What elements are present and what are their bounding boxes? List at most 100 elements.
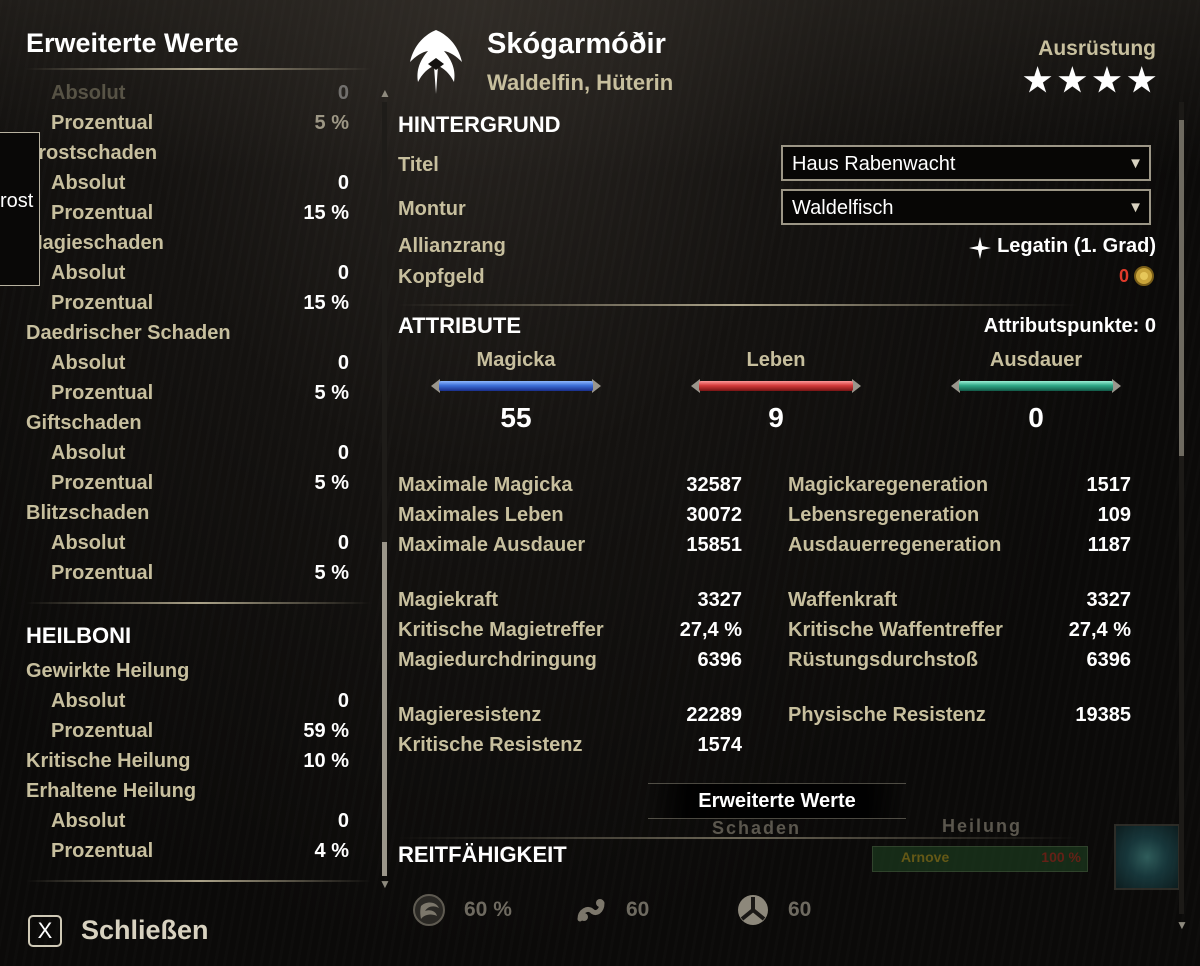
- stat-label: Waffenkraft: [788, 589, 898, 611]
- stat-value: 1517: [1086, 474, 1132, 496]
- riding-capacity: 60: [574, 893, 649, 927]
- stat-label: Physische Resistenz: [788, 704, 986, 726]
- stat-value: 15 %: [303, 202, 349, 224]
- gold-coin-icon: [1134, 266, 1154, 286]
- left-scrollbar-thumb[interactable]: [382, 542, 387, 876]
- riding-section-title: REITFÄHIGKEIT: [398, 842, 567, 867]
- star-icon: ★: [1057, 62, 1087, 98]
- tooltip-text: rost: [0, 190, 34, 212]
- stat-label: Magieresistenz: [398, 704, 542, 726]
- leben-bar: [691, 379, 861, 393]
- stat-label: Prozentual: [51, 720, 154, 742]
- stat-label: Maximale Ausdauer: [398, 534, 586, 556]
- stat-label: Absolut: [51, 690, 126, 712]
- background-divider: [398, 304, 1078, 306]
- stat-value: 109: [1097, 504, 1131, 526]
- stat-label: Kritische Magietreffer: [398, 619, 604, 641]
- stat-label: Ausdauerregeneration: [788, 534, 1002, 556]
- allianzrang-value: Legatin (1. Grad): [997, 235, 1156, 257]
- riding-divider: [398, 837, 1078, 839]
- stat-label: Absolut: [51, 352, 126, 374]
- stat-value: 27,4 %: [679, 619, 742, 641]
- stat-label: Prozentual: [51, 112, 154, 134]
- category-kritische-heilung: Kritische Heilung: [26, 750, 191, 772]
- advanced-stats-button[interactable]: Erweiterte Werte: [648, 783, 906, 819]
- montur-label: Montur: [398, 198, 466, 220]
- stat-value: 0: [337, 172, 349, 194]
- stat-value: 22289: [686, 704, 742, 726]
- stat-value: 6396: [697, 649, 743, 671]
- ghost-bar-value: 100 %: [1041, 849, 1081, 865]
- category-erhaltene-heilung: Erhaltene Heilung: [26, 780, 197, 802]
- close-button-label[interactable]: Schließen: [81, 915, 209, 946]
- stat-label: Lebensregeneration: [788, 504, 980, 526]
- stat-label: Absolut: [51, 810, 126, 832]
- titel-label: Titel: [398, 154, 439, 176]
- stat-label: Magiekraft: [398, 589, 499, 611]
- stat-value: 0: [337, 262, 349, 284]
- stat-label: Prozentual: [51, 840, 154, 862]
- ghost-bar-label: Arnove: [901, 849, 950, 865]
- stat-value: 0: [337, 810, 349, 832]
- riding-stamina-value: 60: [788, 898, 812, 921]
- title-divider: [26, 68, 371, 70]
- stat-label: Absolut: [51, 532, 126, 554]
- chevron-down-icon: ▼: [1128, 155, 1143, 172]
- stamina-icon: [738, 895, 768, 925]
- stat-label: Kritische Resistenz: [398, 734, 583, 756]
- alliance-crest-icon: [410, 30, 462, 94]
- section-divider: [26, 602, 371, 604]
- alliance-rank-icon: [969, 237, 991, 259]
- stat-value: 3327: [697, 589, 743, 611]
- heal-section-title: HEILBONI: [26, 623, 132, 648]
- leben-label: Leben: [746, 349, 806, 371]
- stat-label: Absolut: [51, 262, 126, 284]
- titel-dropdown-value: Haus Rabenwacht: [792, 153, 956, 175]
- category-frostschaden: Frostschaden: [26, 142, 158, 164]
- stat-value: 5 %: [314, 112, 349, 134]
- right-scrollbar-thumb[interactable]: [1179, 120, 1184, 456]
- stat-label: Prozentual: [51, 562, 154, 584]
- riding-capacity-value: 60: [626, 898, 650, 921]
- stat-value: 0: [337, 532, 349, 554]
- equipment-rating: ★ ★ ★ ★: [1023, 64, 1156, 96]
- stat-value: 1187: [1087, 534, 1131, 556]
- right-scroll-down-arrow-icon[interactable]: ▼: [1176, 918, 1188, 932]
- stat-value: 30072: [686, 504, 742, 526]
- equipment-label: Ausrüstung: [1038, 37, 1156, 60]
- montur-dropdown[interactable]: Waldelfisch ▼: [781, 189, 1151, 225]
- stat-value: 10 %: [303, 750, 349, 772]
- character-name: Skógarmóðir: [487, 28, 666, 60]
- capacity-icon: [577, 899, 605, 922]
- stat-label: Absolut: [51, 172, 126, 194]
- stat-value: 6396: [1086, 649, 1132, 671]
- stat-label: Prozentual: [51, 472, 154, 494]
- riding-speed-value: 60 %: [464, 898, 512, 921]
- stat-label: Kritische Waffentreffer: [788, 619, 1003, 641]
- stat-label: Maximales Leben: [398, 504, 564, 526]
- titel-dropdown[interactable]: Haus Rabenwacht ▼: [781, 145, 1151, 181]
- stat-value: 0: [337, 442, 349, 464]
- stat-label: Maximale Magicka: [398, 474, 573, 496]
- stat-value: 5 %: [314, 382, 349, 404]
- chevron-down-icon: ▼: [1128, 199, 1143, 216]
- stat-label: Rüstungsdurchstoß: [788, 649, 978, 671]
- close-key-icon[interactable]: X: [28, 915, 62, 947]
- ausdauer-points: 0: [1028, 402, 1044, 433]
- kopfgeld-value: 0: [1118, 266, 1129, 286]
- ausdauer-label: Ausdauer: [989, 349, 1083, 371]
- montur-dropdown-value: Waldelfisch: [792, 197, 894, 219]
- scroll-up-arrow-icon[interactable]: ▲: [379, 86, 391, 100]
- stat-value: 5 %: [314, 562, 349, 584]
- category-blitzschaden: Blitzschaden: [26, 502, 150, 524]
- leben-points: 9: [768, 402, 784, 433]
- scroll-down-arrow-icon[interactable]: ▼: [379, 877, 391, 891]
- ghost-thumbnail: [1114, 824, 1180, 890]
- stat-label: Magickaregeneration: [788, 474, 989, 496]
- stat-value: 3327: [1086, 589, 1132, 611]
- stat-value: 0: [337, 352, 349, 374]
- background-section-title: HINTERGRUND: [398, 112, 561, 137]
- star-icon: ★: [1092, 62, 1122, 98]
- stat-label: Prozentual: [51, 292, 154, 314]
- ausdauer-bar: [951, 379, 1121, 393]
